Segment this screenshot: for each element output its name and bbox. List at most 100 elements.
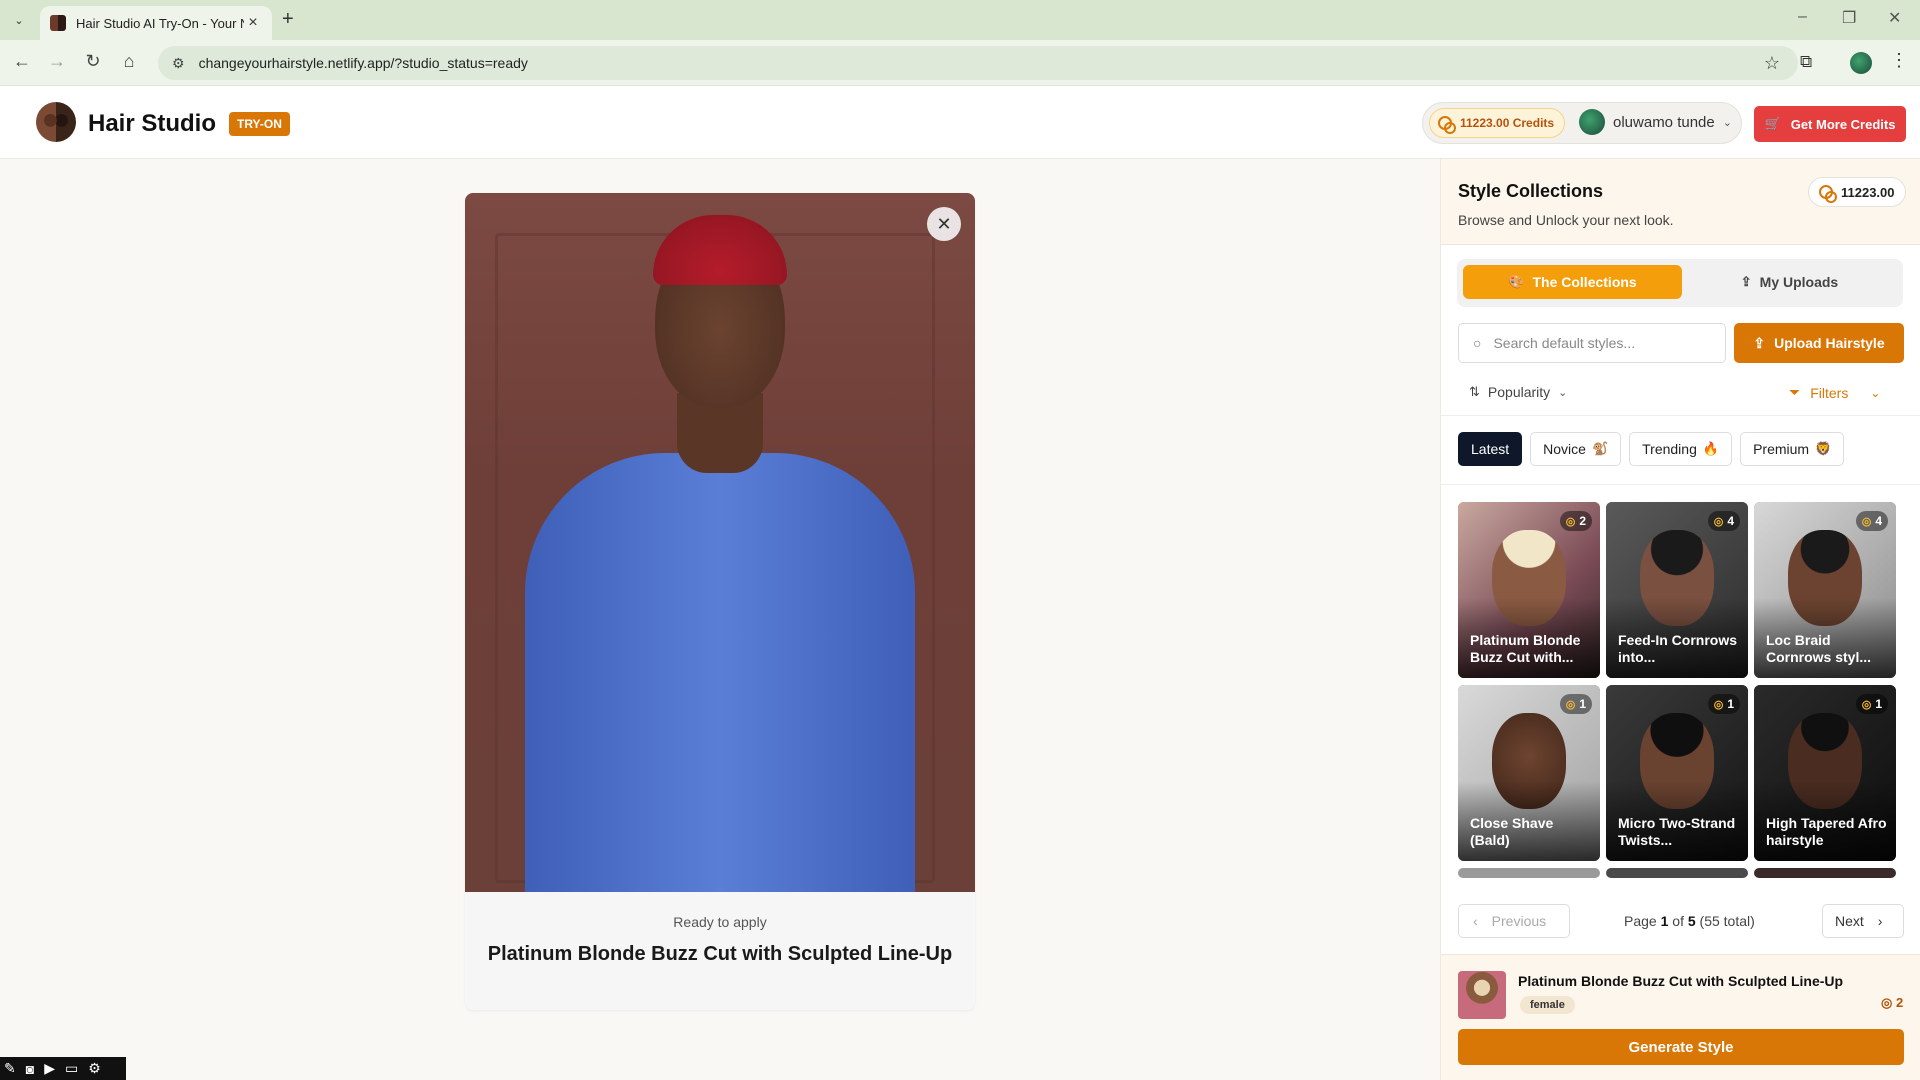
tab-label: The Collections — [1532, 274, 1637, 290]
search-placeholder: Search default styles... — [1493, 335, 1636, 351]
url-text: changeyourhairstyle.netlify.app/?studio_… — [198, 55, 528, 71]
coins-icon: ◎ — [1713, 698, 1724, 711]
divider — [1441, 415, 1920, 416]
chip-trending[interactable]: Trending 🔥 — [1629, 432, 1733, 466]
account-pill: 11223.00 Credits oluwamo tunde ⌄ — [1422, 102, 1742, 144]
style-name: High Tapered Afro hairstyle — [1766, 815, 1887, 848]
next-page-button[interactable]: Next › — [1822, 904, 1904, 938]
search-input[interactable]: ○ Search default styles... — [1458, 323, 1726, 363]
sort-label: Popularity — [1487, 384, 1551, 400]
search-icon: ○ — [1473, 335, 1482, 351]
palette-icon: 🎨 — [1508, 274, 1525, 289]
category-chips: Latest Novice 🐒 Trending 🔥 Premium 🦁 — [1458, 432, 1845, 466]
cost-badge: ◎ 1 — [1855, 694, 1888, 714]
style-card[interactable]: ◎ 1 Micro Two-Strand Twists... — [1606, 685, 1748, 861]
window-icon[interactable]: ▭ — [65, 1060, 78, 1077]
selected-style-bar: Platinum Blonde Buzz Cut with Sculpted L… — [1441, 954, 1920, 1080]
gear-icon[interactable]: ⚙ — [88, 1060, 101, 1077]
reload-icon[interactable]: ↻ — [81, 51, 105, 72]
window-close-icon[interactable]: ✕ — [1888, 8, 1901, 28]
panel-header: Style Collections Browse and Unlock your… — [1441, 159, 1920, 245]
new-tab-icon[interactable]: + — [282, 8, 294, 31]
get-more-credits-button[interactable]: 🛒 Get More Credits — [1754, 106, 1906, 142]
style-card[interactable] — [1458, 868, 1600, 878]
style-card[interactable]: ◎ 4 Loc Braid Cornrows styl... — [1754, 502, 1896, 678]
pen-icon[interactable]: ✎ — [4, 1060, 16, 1077]
site-info-icon[interactable]: ⚙ — [172, 55, 185, 72]
panel-credits-text: 11223.00 — [1841, 184, 1895, 200]
chevron-right-icon: › — [1877, 913, 1883, 929]
username: oluwamo tunde — [1613, 113, 1715, 131]
bookmark-star-icon[interactable]: ☆ — [1764, 53, 1780, 74]
coins-icon: ◎ — [1861, 698, 1872, 711]
browser-profile-avatar[interactable] — [1850, 52, 1872, 74]
chevron-down-icon: ⌄ — [1558, 386, 1568, 399]
tryon-badge: TRY-ON — [229, 112, 290, 136]
pagination: ‹ Previous Page 1 of 5 (55 total) Next › — [1458, 904, 1904, 938]
preview-style-name: Platinum Blonde Buzz Cut with Sculpted L… — [487, 943, 953, 965]
style-card[interactable]: ◎ 1 High Tapered Afro hairstyle — [1754, 685, 1896, 861]
style-card[interactable]: ◎ 4 Feed-In Cornrows into... — [1606, 502, 1748, 678]
chip-premium[interactable]: Premium 🦁 — [1740, 432, 1845, 466]
style-collections-panel: Style Collections Browse and Unlock your… — [1440, 159, 1920, 1080]
coins-icon — [1819, 185, 1837, 203]
avatar — [1579, 109, 1605, 135]
divider — [1441, 484, 1920, 485]
upload-label: Upload Hairstyle — [1774, 335, 1885, 351]
tab-label: My Uploads — [1759, 274, 1839, 290]
style-name: Loc Braid Cornrows styl... — [1766, 632, 1872, 665]
panel-credits-badge: 11223.00 — [1808, 177, 1906, 207]
previous-page-button[interactable]: ‹ Previous — [1458, 904, 1570, 938]
tab-search-icon[interactable]: ⌄ — [8, 9, 30, 31]
chip-label: Novice — [1543, 441, 1586, 457]
chevron-down-icon: ⌄ — [1722, 116, 1732, 129]
credits-text: 11223.00 Credits — [1460, 116, 1555, 130]
user-menu[interactable]: oluwamo tunde ⌄ — [1579, 109, 1732, 135]
style-card[interactable]: ◎ 1 Close Shave (Bald) — [1458, 685, 1600, 861]
style-card[interactable]: ◎ 2 Platinum Blonde Buzz Cut with... — [1458, 502, 1600, 678]
monkey-icon: 🐒 — [1591, 441, 1609, 456]
coins-icon: ◎ — [1565, 515, 1576, 528]
sort-dropdown[interactable]: ⇅ Popularity ⌄ — [1469, 384, 1567, 400]
tab-the-collections[interactable]: 🎨 The Collections — [1463, 265, 1682, 299]
get-more-label: Get More Credits — [1790, 116, 1896, 132]
collection-toggle: 🎨 The Collections ⇪ My Uploads — [1457, 259, 1903, 307]
upload-icon: ⇪ — [1753, 334, 1766, 351]
back-icon[interactable]: ← — [10, 51, 34, 72]
credits-badge[interactable]: 11223.00 Credits — [1429, 108, 1566, 138]
style-card[interactable] — [1606, 868, 1748, 878]
generate-style-button[interactable]: Generate Style — [1458, 1029, 1904, 1065]
selected-style-name: Platinum Blonde Buzz Cut with Sculpted L… — [1518, 973, 1844, 989]
chip-latest[interactable]: Latest — [1458, 432, 1523, 466]
coins-icon: ◎ — [1565, 698, 1576, 711]
browser-tab[interactable]: Hair Studio AI Try-On - Your Ne × — [40, 6, 272, 40]
url-bar[interactable]: ⚙ changeyourhairstyle.netlify.app/?studi… — [158, 46, 1798, 80]
panel-subtitle: Browse and Unlock your next look. — [1458, 212, 1674, 228]
coins-icon: ◎ — [1881, 995, 1896, 1010]
lion-icon: 🦁 — [1815, 441, 1832, 456]
cart-icon: 🛒 — [1764, 116, 1781, 131]
recording-toolbar: ✎ ◙ ▶ ▭ ⚙ — [0, 1057, 126, 1080]
video-icon[interactable]: ▶ — [44, 1060, 55, 1077]
tab-title: Hair Studio AI Try-On - Your Ne — [76, 15, 244, 31]
restore-icon[interactable]: ❐ — [1842, 8, 1856, 28]
preview-card: ✕ Ready to apply Platinum Blonde Buzz Cu… — [465, 193, 975, 1010]
minimize-icon[interactable]: – — [1798, 8, 1807, 26]
style-card[interactable] — [1754, 868, 1896, 878]
tab-my-uploads[interactable]: ⇪ My Uploads — [1682, 265, 1897, 299]
close-tab-icon[interactable]: × — [244, 14, 262, 32]
close-preview-button[interactable]: ✕ — [927, 207, 961, 241]
browser-menu-icon[interactable]: ⋮ — [1890, 50, 1908, 71]
camera-icon[interactable]: ◙ — [26, 1061, 34, 1077]
cost-badge: ◎ 1 — [1559, 694, 1592, 714]
home-icon[interactable]: ⌂ — [117, 51, 141, 72]
chip-novice[interactable]: Novice 🐒 — [1530, 432, 1622, 466]
cost-badge: ◎ 2 — [1559, 511, 1592, 531]
filters-button[interactable]: ⏷ Filters ⌄ — [1789, 384, 1880, 401]
chevron-down-icon: ⌄ — [1870, 385, 1881, 400]
extensions-icon[interactable]: ⧉ — [1800, 52, 1812, 72]
preview-caption: Ready to apply Platinum Blonde Buzz Cut … — [465, 892, 975, 1010]
forward-icon[interactable]: → — [45, 51, 69, 72]
app-header: Hair Studio TRY-ON 11223.00 Credits oluw… — [0, 86, 1920, 159]
upload-hairstyle-button[interactable]: ⇪ Upload Hairstyle — [1734, 323, 1904, 363]
